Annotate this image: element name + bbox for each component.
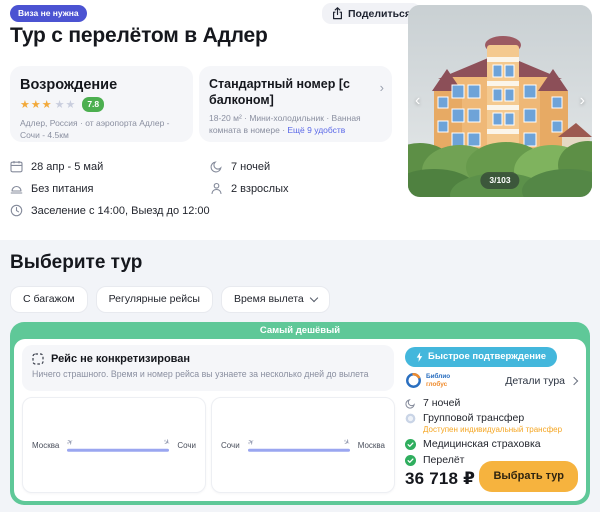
plane-takeoff-icon: ✈	[65, 436, 76, 448]
filter-regular-flights[interactable]: Регулярные рейсы	[95, 286, 213, 313]
stars-filled-icon: ★★★	[20, 99, 53, 111]
tour-details-link[interactable]: Детали тура	[505, 374, 579, 387]
trip-guests: 2 взрослых	[210, 182, 289, 195]
select-tour-button[interactable]: Выбрать тур	[479, 461, 578, 492]
unspecified-flight-icon	[32, 353, 44, 365]
trip-dates: 28 апр - 5 май	[10, 160, 103, 173]
check-circle-icon	[405, 454, 416, 466]
hotel-stars: ★★★ ★★ 7.8	[20, 97, 183, 112]
flight-to-city: Сочи	[177, 440, 196, 450]
feature-flight: Перелёт	[405, 454, 465, 466]
flight-legs: Москва ✈ ✈ Сочи Сочи ✈ ✈ Москва	[22, 397, 395, 493]
hotel-card[interactable]: Возрождение ★★★ ★★ 7.8 Адлер, Россия · о…	[10, 66, 193, 142]
flight-notice-subtitle: Ничего страшного. Время и номер рейса вы…	[32, 369, 369, 379]
flight-from-city: Сочи	[221, 440, 240, 450]
trip-dates-label: 28 апр - 5 май	[31, 160, 104, 173]
trip-nights: 7 ночей	[210, 160, 270, 173]
clock-icon	[10, 204, 23, 217]
plane-landing-icon: ✈	[341, 436, 352, 448]
feature-insurance-label: Медицинская страховка	[423, 438, 541, 450]
trip-checkin-label: Заселение с 14:00, Выезд до 12:00	[31, 204, 210, 217]
operator-name-line2: глобус	[426, 380, 448, 388]
tour-details-label: Детали тура	[505, 374, 565, 387]
room-amenities-link[interactable]: Ещё 9 удобств	[287, 125, 345, 135]
flight-from-city: Москва	[32, 440, 60, 450]
moon-icon	[210, 160, 223, 173]
flight-leg-outbound[interactable]: Москва ✈ ✈ Сочи	[22, 397, 206, 493]
photo-next-button[interactable]: ›	[580, 93, 585, 109]
operator-logo-icon	[405, 372, 422, 389]
flight-route-line	[67, 448, 170, 452]
rating-badge: 7.8	[82, 97, 105, 112]
plane-landing-icon: ✈	[160, 436, 172, 448]
tour-page: Виза не нужна Поделиться Тур с перелётом…	[0, 0, 600, 512]
operator-name-line1: Библио	[426, 372, 451, 380]
photo-counter: 3/103	[480, 172, 520, 189]
summary-cards: Возрождение ★★★ ★★ 7.8 Адлер, Россия · о…	[10, 66, 392, 142]
page-title: Тур с перелётом в Адлер	[10, 24, 268, 47]
feature-transfer: Групповой трансфер	[405, 412, 524, 424]
person-icon	[210, 182, 223, 195]
filter-chips: С багажом Регулярные рейсы Время вылета	[10, 286, 330, 313]
fast-confirmation-badge: Быстрое подтверждение	[405, 347, 558, 367]
transfer-icon	[405, 413, 416, 424]
operator-name: Библио глобус	[426, 373, 450, 388]
hotel-name: Возрождение	[20, 77, 118, 93]
operator-row: Библио глобус Детали тура	[405, 372, 579, 389]
share-label: Поделиться	[348, 7, 412, 20]
trip-guests-label: 2 взрослых	[231, 182, 289, 195]
chevron-right-icon	[569, 376, 579, 385]
share-button[interactable]: Поделиться	[322, 3, 422, 24]
filter-departure-time[interactable]: Время вылета	[220, 286, 330, 313]
photo-prev-button[interactable]: ‹	[415, 93, 420, 109]
stars-empty-icon: ★★	[54, 99, 77, 111]
transfer-note: Доступен индивидуальный трансфер	[423, 425, 563, 434]
trip-meals-label: Без питания	[31, 182, 94, 195]
trip-meals: Без питания	[10, 182, 94, 195]
flight-route-line	[247, 448, 350, 452]
room-card[interactable]: Стандартный номер [с балконом] › 18-20 м…	[199, 66, 392, 142]
feature-nights-label: 7 ночей	[423, 397, 461, 409]
filter-departure-time-label: Время вылета	[233, 293, 304, 305]
room-details: 18-20 м² · Мини-холодильник · Ванная ком…	[209, 113, 381, 137]
flight-to-city: Москва	[357, 440, 385, 450]
room-name: Стандартный номер [с балконом]	[209, 77, 350, 107]
moon-icon	[405, 398, 416, 409]
flight-leg-return[interactable]: Сочи ✈ ✈ Москва	[211, 397, 395, 493]
feature-transfer-label: Групповой трансфер	[423, 412, 525, 424]
trip-checkin: Заселение с 14:00, Выезд до 12:00	[10, 204, 210, 217]
check-circle-icon	[405, 438, 416, 450]
share-icon	[332, 7, 343, 20]
feature-nights: 7 ночей	[405, 397, 460, 409]
fast-confirmation-label: Быстрое подтверждение	[428, 351, 547, 362]
tour-price: 36 718 ₽	[405, 469, 476, 488]
tours-heading: Выберите тур	[10, 252, 143, 273]
tour-offer-card: Самый дешёвый Рейс не конкретизирован Ни…	[10, 322, 590, 505]
cheapest-ribbon: Самый дешёвый	[259, 325, 341, 336]
chevron-down-icon	[309, 293, 318, 302]
chevron-right-icon[interactable]: ›	[380, 80, 384, 95]
filter-baggage-label: С багажом	[23, 293, 75, 305]
hotel-location: Адлер, Россия · от аэропорта Адлер - Соч…	[20, 118, 170, 140]
hotel-photo-illustration	[408, 5, 592, 197]
trip-nights-label: 7 ночей	[231, 160, 271, 173]
tour-offer-inner: Рейс не конкретизирован Ничего страшного…	[14, 339, 586, 501]
plane-takeoff-icon: ✈	[245, 436, 257, 448]
hotel-photo[interactable]: ‹ › 3/103	[408, 5, 592, 197]
flight-notice-title: Рейс не конкретизирован	[51, 353, 191, 365]
meal-icon	[10, 182, 23, 195]
calendar-icon	[10, 160, 23, 173]
feature-insurance: Медицинская страховка	[405, 438, 541, 450]
tours-section: Выберите тур С багажом Регулярные рейсы …	[0, 240, 600, 512]
filter-baggage[interactable]: С багажом	[10, 286, 88, 313]
flight-notice: Рейс не конкретизирован Ничего страшного…	[22, 345, 394, 391]
lightning-icon	[416, 351, 423, 362]
visa-badge: Виза не нужна	[10, 5, 87, 22]
feature-flight-label: Перелёт	[423, 454, 465, 466]
filter-regular-flights-label: Регулярные рейсы	[108, 293, 200, 305]
